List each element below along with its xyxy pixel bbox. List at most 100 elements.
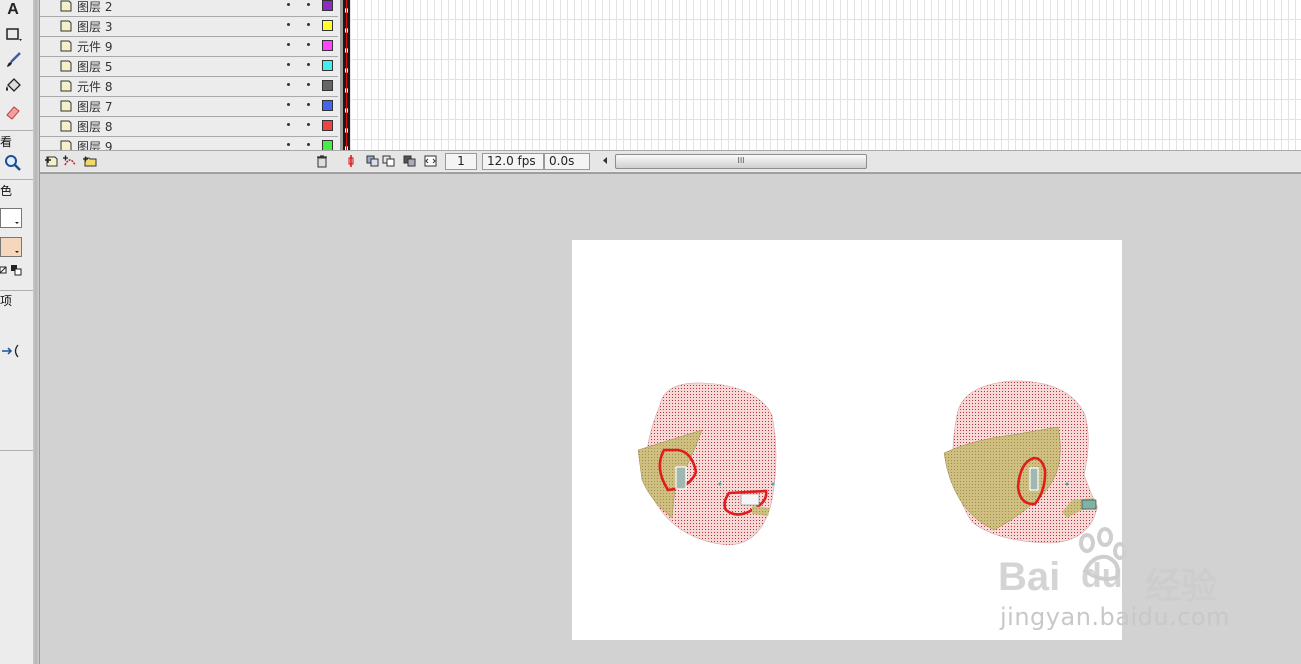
paint-bucket-tool[interactable] [2, 76, 24, 96]
layer-outline-color[interactable] [322, 20, 333, 31]
layer-name: 图层 2 [77, 0, 113, 14]
brush-tool[interactable] [2, 50, 24, 70]
center-frame-button[interactable] [343, 153, 359, 168]
visibility-dot[interactable] [287, 43, 290, 46]
layer-outline-color[interactable] [322, 80, 333, 91]
layer-row[interactable]: 图层 7 [40, 97, 338, 117]
onion-markers-icon [424, 155, 437, 166]
layer-icon [60, 140, 72, 150]
layer-outline-color[interactable] [322, 60, 333, 71]
view-section-label: 看 [0, 135, 13, 149]
lock-dot[interactable] [307, 3, 310, 6]
watermark: Bai du 经验 [995, 523, 1295, 607]
layer-outline-color[interactable] [322, 140, 333, 150]
elapsed-time-field: 0.0s [544, 153, 590, 170]
text-tool[interactable]: A [2, 0, 24, 20]
layer-outline-color[interactable] [322, 0, 333, 11]
divider [0, 179, 33, 180]
layer-row[interactable]: 元件 8 [40, 77, 338, 97]
layer-row[interactable]: 图层 9 [40, 137, 338, 150]
layer-row[interactable]: 图层 2 [40, 0, 338, 17]
layer-outline-color[interactable] [322, 40, 333, 51]
watermark-url: jingyan.baidu.com [1000, 603, 1230, 631]
layer-icon [60, 60, 72, 72]
lock-dot[interactable] [307, 103, 310, 106]
text-tool-label: A [7, 1, 19, 18]
watermark-brand: Bai [998, 555, 1061, 599]
layer-row[interactable]: 元件 9 [40, 37, 338, 57]
options-section-label: 项 [0, 294, 13, 308]
layer-icon [60, 40, 72, 52]
onion-skin-outlines-button[interactable] [381, 153, 397, 168]
visibility-dot[interactable] [287, 23, 290, 26]
layer-outline-color[interactable] [322, 100, 333, 111]
divider [0, 130, 33, 131]
edit-multiple-frames-button[interactable] [402, 153, 418, 168]
frame-grid[interactable] [343, 0, 1301, 151]
layer-outline-color[interactable] [322, 120, 333, 131]
stroke-color-swatch[interactable] [0, 208, 22, 228]
layer-row[interactable]: 图层 8 [40, 117, 338, 137]
scrollbar-thumb[interactable]: III [615, 154, 867, 169]
visibility-dot[interactable] [287, 123, 290, 126]
brush-icon [7, 52, 21, 67]
insert-layer-button[interactable] [44, 153, 60, 168]
lock-dot[interactable] [307, 143, 310, 146]
motion-guide-icon [63, 155, 76, 165]
layer-name: 图层 3 [77, 20, 113, 34]
timeline-horizontal-scrollbar[interactable]: III [600, 154, 1290, 169]
layer-row[interactable]: 图层 5 [40, 57, 338, 77]
visibility-dot[interactable] [287, 143, 290, 146]
layer-name: 元件 8 [77, 80, 113, 94]
lock-dot[interactable] [307, 63, 310, 66]
rectangle-icon [6, 28, 22, 41]
snap-to-objects-button[interactable] [0, 341, 22, 361]
lock-dot[interactable] [307, 83, 310, 86]
onion-skin-button[interactable] [365, 153, 381, 168]
visibility-dot[interactable] [287, 3, 290, 6]
layer-icon [60, 100, 72, 112]
visibility-dot[interactable] [287, 83, 290, 86]
head-profile-right [943, 380, 1098, 544]
delete-layer-button[interactable] [314, 153, 330, 168]
layer-row[interactable]: 图层 3 [40, 17, 338, 37]
swap-colors-button[interactable] [0, 261, 26, 281]
tools-panel: A 看 色 项 [0, 0, 34, 664]
swap-colors-icon [0, 265, 22, 276]
paint-bucket-icon [6, 78, 21, 92]
lock-dot[interactable] [307, 43, 310, 46]
scroll-left-arrow-icon[interactable] [600, 154, 610, 167]
layer-name: 图层 7 [77, 100, 113, 114]
onion-skin-icon [366, 155, 379, 166]
layer-name: 图层 8 [77, 120, 113, 134]
layer-name: 图层 5 [77, 60, 113, 74]
watermark-brand-cn: 经验 [1145, 566, 1218, 607]
divider [0, 450, 33, 451]
onion-outline-icon [382, 155, 395, 166]
zoom-tool[interactable] [2, 153, 24, 173]
center-frame-icon [348, 154, 354, 167]
eraser-tool[interactable] [2, 102, 24, 122]
scroll-grip: III [737, 156, 745, 165]
head-side-left [637, 382, 777, 546]
lock-dot[interactable] [307, 23, 310, 26]
timeline-footer: 1 12.0 fps 0.0s III [40, 150, 1301, 171]
frame-rate-field[interactable]: 12.0 fps [482, 153, 544, 170]
layer-icon [60, 120, 72, 132]
visibility-dot[interactable] [287, 103, 290, 106]
chevron-down-icon [15, 222, 19, 224]
watermark-brand-du: du [1081, 557, 1123, 595]
modify-onion-markers-button[interactable] [423, 153, 439, 168]
layer-name: 元件 9 [77, 40, 113, 54]
layer-icon [60, 0, 72, 12]
add-motion-guide-button[interactable] [62, 153, 78, 168]
color-section-label: 色 [0, 184, 13, 198]
rectangle-tool[interactable] [2, 24, 24, 44]
insert-folder-button[interactable] [82, 153, 98, 168]
playhead[interactable] [346, 0, 347, 150]
current-frame-field: 1 [445, 153, 477, 170]
lock-dot[interactable] [307, 123, 310, 126]
panel-splitter[interactable] [33, 0, 40, 664]
visibility-dot[interactable] [287, 63, 290, 66]
fill-color-swatch[interactable] [0, 237, 22, 257]
